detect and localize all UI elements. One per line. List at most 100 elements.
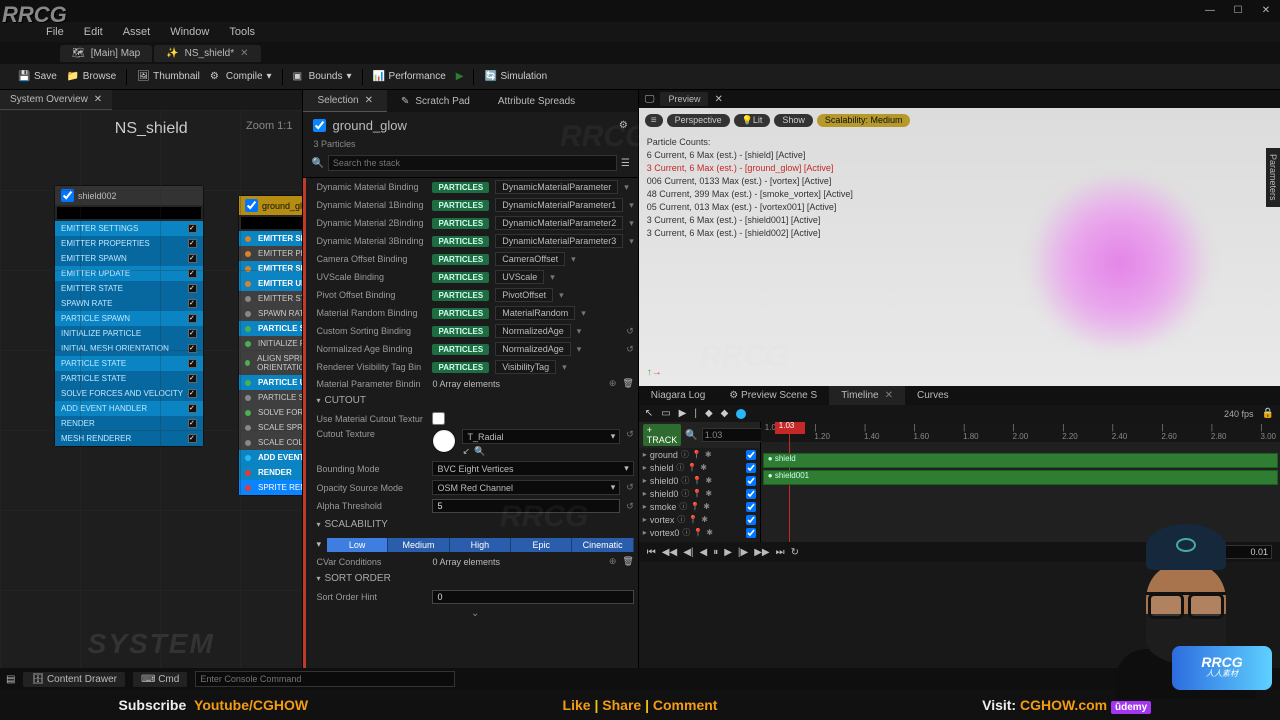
- binding-value[interactable]: NormalizedAge: [495, 342, 571, 356]
- cmd-button[interactable]: ⌨ Cmd: [133, 672, 187, 687]
- track-entry[interactable]: ▸shieldⓘ📍✱: [639, 461, 760, 474]
- save-button[interactable]: 💾Save: [18, 71, 57, 83]
- node-module[interactable]: SOLVE FORCES AND VELOCITY: [55, 386, 203, 401]
- chevron-down-icon[interactable]: ▾: [629, 218, 634, 229]
- expand-icon[interactable]: ▾: [316, 539, 321, 550]
- node-module[interactable]: EMITTER UPDATE: [239, 276, 302, 291]
- chevron-down-icon[interactable]: ▾: [624, 182, 629, 193]
- to-start-icon[interactable]: ⏮: [647, 547, 656, 558]
- binding-value[interactable]: MaterialRandom: [495, 306, 575, 320]
- node-module[interactable]: SPAWN RATE: [239, 306, 302, 321]
- node-module[interactable]: MESH RENDERER: [55, 431, 203, 446]
- scalability-level-cinematic[interactable]: Cinematic: [572, 538, 633, 552]
- tab-selection[interactable]: Selection✕: [303, 90, 387, 112]
- section-scalability[interactable]: SCALABILITY: [316, 515, 633, 534]
- chevron-down-icon[interactable]: ▾: [562, 362, 567, 373]
- texture-swatch[interactable]: [432, 429, 456, 453]
- emitter-enable-checkbox[interactable]: [61, 189, 74, 202]
- binding-value[interactable]: DynamicMaterialParameter: [495, 180, 618, 194]
- node-module[interactable]: SCALE SPRITE SIZE: [239, 420, 302, 435]
- menu-tools[interactable]: Tools: [229, 26, 255, 38]
- dock-icon[interactable]: ▤: [6, 674, 15, 685]
- chevron-down-icon[interactable]: ▾: [577, 326, 582, 337]
- fps-label[interactable]: 240 fps: [1224, 409, 1254, 419]
- track-visible-checkbox[interactable]: [746, 476, 756, 486]
- track-entry[interactable]: ▸shield0ⓘ📍✱: [639, 474, 760, 487]
- pin-icon[interactable]: 📍: [688, 515, 698, 524]
- chevron-down-icon[interactable]: ▾: [267, 71, 272, 82]
- node-module[interactable]: EMITTER SPAWN: [239, 261, 302, 276]
- compile-button[interactable]: ⚙Compile▾: [210, 71, 272, 83]
- node-module-sprite-renderer[interactable]: SPRITE RENDERER: [239, 480, 302, 495]
- expand-more-icon[interactable]: ⌄: [316, 606, 633, 621]
- info-icon[interactable]: ⓘ: [682, 527, 690, 538]
- gear-icon[interactable]: ⚙: [619, 120, 628, 131]
- node-module[interactable]: PARTICLE STATE: [239, 390, 302, 405]
- node-module[interactable]: EMITTER SETTINGS: [239, 231, 302, 246]
- tab-preview[interactable]: Preview: [660, 92, 708, 106]
- menu-asset[interactable]: Asset: [123, 26, 151, 38]
- maximize-button[interactable]: ☐: [1224, 0, 1252, 20]
- close-icon[interactable]: ✕: [240, 48, 248, 59]
- reset-icon[interactable]: ↺: [626, 482, 634, 493]
- key-icon[interactable]: ✱: [705, 476, 712, 485]
- section-sort-order[interactable]: SORT ORDER: [316, 569, 633, 588]
- track-entry[interactable]: ▸vortexⓘ📍✱: [639, 513, 760, 526]
- add-element-icon[interactable]: ⊕: [609, 556, 617, 567]
- binding-value[interactable]: UVScale: [495, 270, 544, 284]
- next-frame-icon[interactable]: |▶: [738, 547, 748, 558]
- tab-niagara-log[interactable]: Niagara Log: [639, 386, 717, 405]
- node-module[interactable]: EMITTER PROPERTIES: [239, 246, 302, 261]
- use-cutout-checkbox[interactable]: [432, 412, 445, 425]
- reverse-play-icon[interactable]: ◀: [699, 547, 707, 558]
- key-icon[interactable]: ✱: [700, 463, 707, 472]
- key-icon[interactable]: ✱: [703, 502, 710, 511]
- node-module[interactable]: EMITTER STATE: [239, 291, 302, 306]
- pin-icon[interactable]: 📍: [692, 489, 702, 498]
- binding-value[interactable]: VisibilityTag: [495, 360, 556, 374]
- reset-icon[interactable]: ↺: [626, 344, 634, 355]
- chevron-down-icon[interactable]: ▾: [629, 200, 634, 211]
- prev-frame-icon[interactable]: ◀|: [683, 547, 693, 558]
- tab-curves[interactable]: Curves: [905, 386, 961, 405]
- chevron-down-icon[interactable]: ▾: [559, 290, 564, 301]
- node-module[interactable]: INITIAL MESH ORIENTATION: [55, 341, 203, 356]
- step-fwd-icon[interactable]: ▶▶: [754, 547, 769, 558]
- node-module[interactable]: SPAWN RATE: [55, 296, 203, 311]
- node-header[interactable]: ground_glow: [239, 196, 302, 215]
- simulation-button[interactable]: 🔄Simulation: [484, 71, 547, 83]
- scalability-level-high[interactable]: High: [450, 538, 511, 552]
- browse-asset-icon[interactable]: 🔍: [474, 446, 485, 457]
- minimize-button[interactable]: —: [1196, 0, 1224, 20]
- pin-icon[interactable]: 📍: [692, 450, 702, 459]
- track-entry[interactable]: ▸smokeⓘ📍✱: [639, 500, 760, 513]
- expand-icon[interactable]: ▸: [643, 515, 647, 524]
- parameters-side-tab[interactable]: Parameters: [1266, 148, 1280, 207]
- reset-icon[interactable]: ↺: [626, 326, 634, 337]
- close-icon[interactable]: ✕: [365, 95, 373, 106]
- node-module[interactable]: RENDER: [55, 416, 203, 431]
- info-icon[interactable]: ⓘ: [681, 449, 689, 460]
- node-header[interactable]: shield002: [55, 186, 203, 205]
- marquee-icon[interactable]: ▭: [661, 408, 670, 419]
- expand-icon[interactable]: ▸: [643, 463, 647, 472]
- chevron-down-icon[interactable]: ▾: [629, 236, 634, 247]
- scalability-level-epic[interactable]: Epic: [511, 538, 572, 552]
- tab-attribute-spreads[interactable]: Attribute Spreads: [484, 90, 589, 112]
- play-icon[interactable]: ▶: [724, 547, 732, 558]
- console-input[interactable]: [195, 671, 455, 687]
- pin-icon[interactable]: 📍: [693, 528, 703, 537]
- tab-scratch-pad[interactable]: ✎Scratch Pad: [387, 90, 484, 112]
- track-visible-checkbox[interactable]: [746, 489, 756, 499]
- chip-scalability[interactable]: Scalability: Medium: [817, 114, 911, 127]
- sort-hint-input[interactable]: [432, 590, 633, 604]
- node-module[interactable]: ADD EVENT HANDLER: [55, 401, 203, 416]
- lock-icon[interactable]: 🔒: [1262, 408, 1274, 419]
- expand-icon[interactable]: ▸: [643, 476, 647, 485]
- selection-enable-checkbox[interactable]: [313, 119, 326, 132]
- info-icon[interactable]: ⓘ: [681, 475, 689, 486]
- chip-show[interactable]: Show: [774, 114, 813, 127]
- opacity-source-select[interactable]: OSM Red Channel▾: [432, 480, 620, 495]
- reset-icon[interactable]: ↺: [626, 501, 634, 512]
- expand-icon[interactable]: ▸: [643, 502, 647, 511]
